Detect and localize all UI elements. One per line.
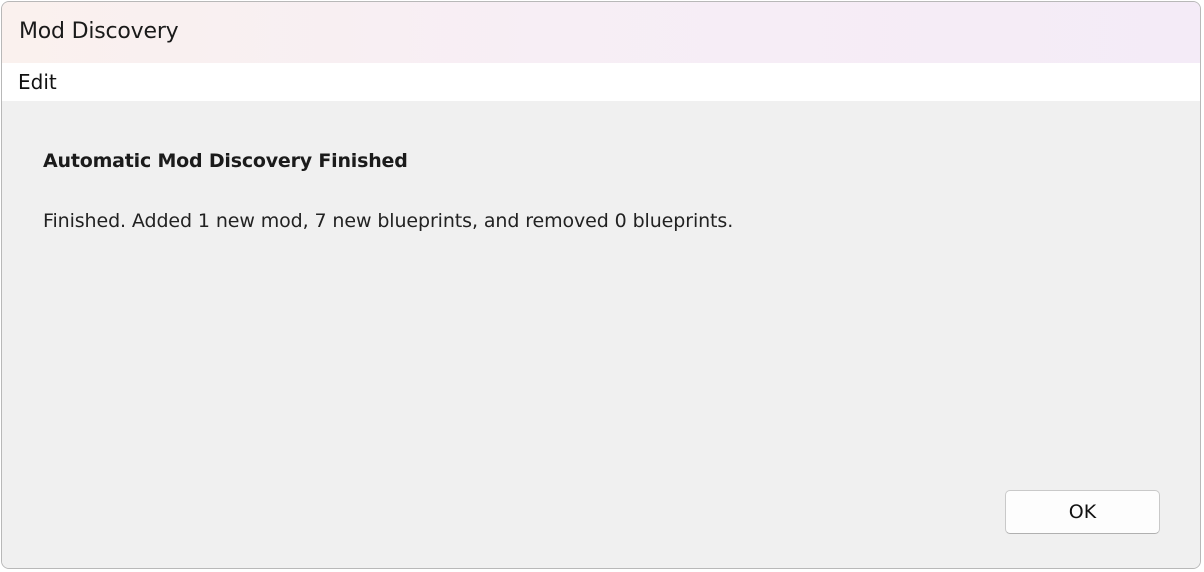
menu-bar: Edit — [2, 63, 1200, 101]
ok-button[interactable]: OK — [1005, 490, 1160, 534]
menu-item-edit[interactable]: Edit — [18, 70, 57, 94]
dialog-window: Mod Discovery Edit Automatic Mod Discove… — [1, 1, 1201, 569]
dialog-content: Automatic Mod Discovery Finished Finishe… — [2, 101, 1200, 568]
title-bar[interactable]: Mod Discovery — [2, 2, 1200, 63]
dialog-message: Finished. Added 1 new mod, 7 new bluepri… — [43, 210, 734, 232]
dialog-heading: Automatic Mod Discovery Finished — [43, 150, 408, 172]
window-title: Mod Discovery — [19, 19, 179, 44]
